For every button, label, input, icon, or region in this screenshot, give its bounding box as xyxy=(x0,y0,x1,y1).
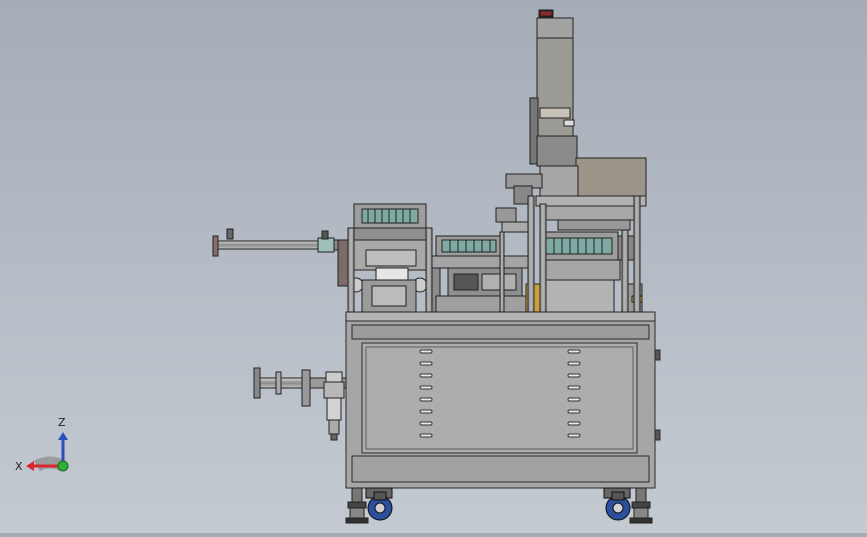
machine-cabinet xyxy=(345,311,661,489)
cabinet-door xyxy=(361,342,638,454)
caster-left xyxy=(365,487,393,521)
press-housing xyxy=(505,157,647,231)
x-axis-arrowhead xyxy=(26,461,34,471)
middle-coil-tray xyxy=(429,207,537,313)
x-axis-label: X xyxy=(15,460,23,473)
pneumatic-regulator xyxy=(323,371,345,441)
y-axis-dot xyxy=(57,460,69,472)
graphics-viewport[interactable]: Z X xyxy=(0,0,867,533)
z-axis-arrowhead xyxy=(58,432,68,440)
upper-slide-rod xyxy=(212,228,351,257)
model-view[interactable]: Z X xyxy=(0,0,867,533)
vertical-press-head xyxy=(529,9,578,167)
view-orientation-triad[interactable]: Z X xyxy=(15,416,69,473)
caster-right xyxy=(603,487,631,521)
z-axis-label: Z xyxy=(58,416,66,429)
